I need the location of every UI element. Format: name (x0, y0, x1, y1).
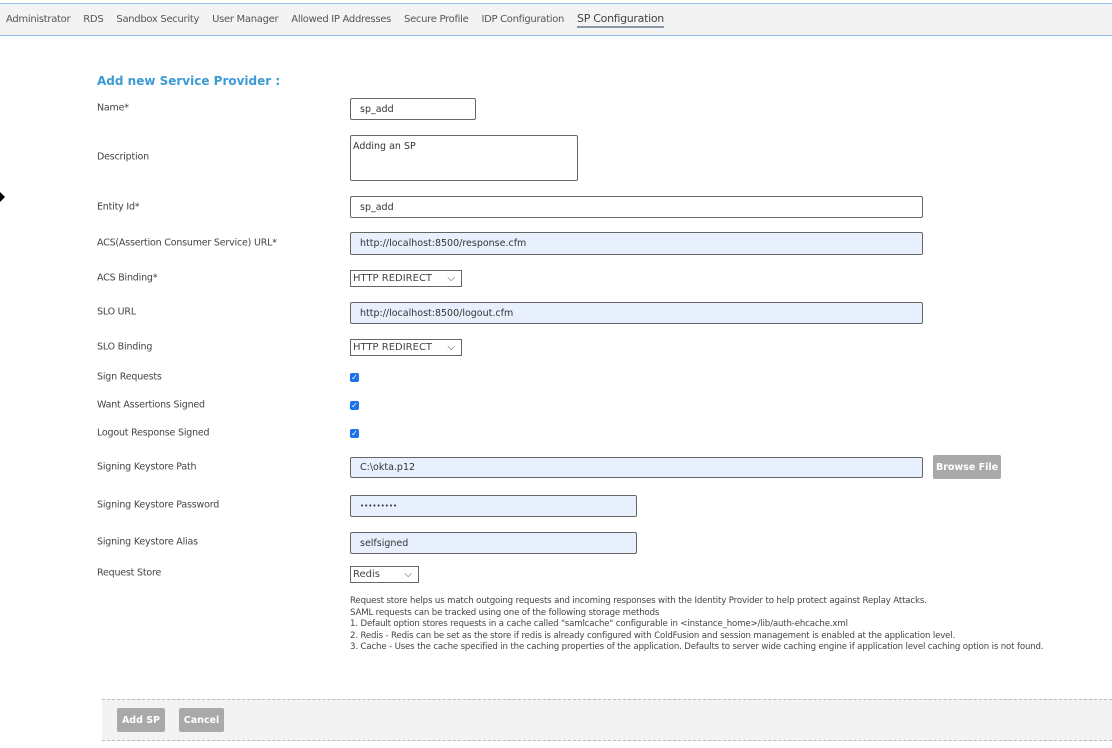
slo-url-label: SLO URL (97, 306, 136, 318)
request-store-select[interactable]: Redis ⌵ (350, 566, 419, 583)
request-store-help: Request store helps us match outgoing re… (350, 596, 1044, 654)
form-footer (102, 699, 1112, 741)
keystore-path-input[interactable]: C:\okta.p12 (350, 457, 923, 478)
help-line: 3. Cache - Uses the cache specified in t… (350, 642, 1044, 652)
logout-response-signed-label: Logout Response Signed (97, 427, 210, 439)
request-store-value: Redis (353, 569, 380, 580)
sign-requests-checkbox[interactable]: ✓ (350, 373, 359, 382)
description-textarea[interactable]: Adding an SP (350, 135, 578, 181)
form-title: Add new Service Provider : (97, 74, 281, 88)
tab-administrator[interactable]: Administrator (6, 14, 71, 25)
chevron-down-icon: ⌵ (404, 569, 412, 580)
keystore-alias-input[interactable]: selfsigned (350, 532, 637, 554)
tab-idp-configuration[interactable]: IDP Configuration (481, 14, 564, 25)
keystore-password-input[interactable]: ••••••••• (350, 495, 637, 517)
tab-sandbox-security[interactable]: Sandbox Security (116, 14, 199, 25)
add-sp-button[interactable]: Add SP (117, 708, 165, 732)
keystore-password-label: Signing Keystore Password (97, 499, 220, 511)
collapse-arrow-icon[interactable] (0, 192, 5, 202)
keystore-path-label: Signing Keystore Path (97, 461, 197, 473)
acs-binding-label: ACS Binding* (97, 272, 158, 284)
acs-url-input[interactable]: http://localhost:8500/response.cfm (350, 232, 923, 255)
name-label: Name* (97, 102, 129, 114)
tab-allowed-ip[interactable]: Allowed IP Addresses (291, 14, 391, 25)
acs-binding-value: HTTP REDIRECT (353, 273, 433, 284)
tab-secure-profile[interactable]: Secure Profile (404, 14, 469, 25)
keystore-alias-label: Signing Keystore Alias (97, 536, 198, 548)
tab-sp-configuration[interactable]: SP Configuration (577, 12, 664, 28)
entity-id-input[interactable]: sp_add (350, 196, 923, 218)
acs-binding-select[interactable]: HTTP REDIRECT ⌵ (350, 270, 462, 287)
tab-user-manager[interactable]: User Manager (212, 14, 279, 25)
browse-file-button[interactable]: Browse File (933, 455, 1001, 479)
top-nav: Administrator RDS Sandbox Security User … (0, 3, 1112, 36)
sign-requests-label: Sign Requests (97, 371, 162, 383)
entity-id-label: Entity Id* (97, 201, 140, 213)
slo-binding-select[interactable]: HTTP REDIRECT ⌵ (350, 339, 462, 356)
help-line: 1. Default option stores requests in a c… (350, 619, 848, 629)
slo-binding-label: SLO Binding (97, 341, 153, 353)
acs-url-label: ACS(Assertion Consumer Service) URL* (97, 237, 277, 249)
description-label: Description (97, 151, 149, 163)
slo-binding-value: HTTP REDIRECT (353, 342, 433, 353)
tab-rds[interactable]: RDS (83, 14, 103, 25)
logout-response-signed-checkbox[interactable]: ✓ (350, 429, 359, 438)
chevron-down-icon: ⌵ (447, 342, 455, 353)
help-line: Request store helps us match outgoing re… (350, 596, 927, 606)
want-assertions-signed-label: Want Assertions Signed (97, 399, 205, 411)
want-assertions-signed-checkbox[interactable]: ✓ (350, 401, 359, 410)
chevron-down-icon: ⌵ (447, 273, 455, 284)
request-store-label: Request Store (97, 567, 162, 579)
help-line: 2. Redis - Redis can be set as the store… (350, 630, 956, 641)
help-line: SAML requests can be tracked using one o… (350, 607, 660, 618)
slo-url-input[interactable]: http://localhost:8500/logout.cfm (350, 302, 923, 324)
name-input[interactable]: sp_add (350, 98, 476, 120)
cancel-button[interactable]: Cancel (179, 708, 224, 732)
